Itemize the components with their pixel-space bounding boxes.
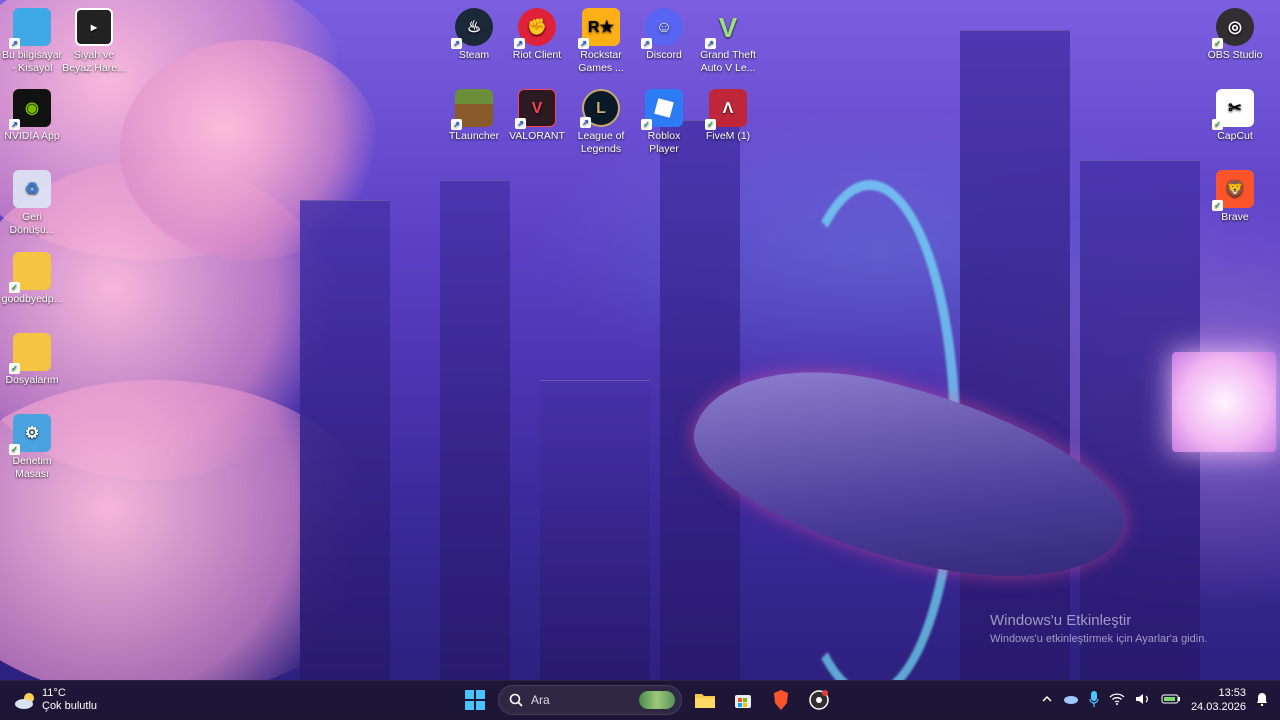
microphone-icon[interactable] [1089,690,1099,710]
folder-icon: ✓ [9,252,51,293]
discord-icon: ☺ ↗ [641,8,683,49]
desktop-icon-riot-client[interactable]: ✊ ↗ Riot Client [505,4,569,62]
valorant-icon: V ↗ [515,89,556,129]
microsoft-store-icon [735,695,751,708]
system-clock[interactable]: 13:53 24.03.2026 [1191,686,1246,714]
desktop-icon-league-of-legends[interactable]: L ↗ League of Legends [569,85,633,156]
rockstar-icon: R★ ↗ [578,8,620,49]
desktop-icon-dosyalarim[interactable]: ✓ Dosyalarım [0,329,64,387]
taskbar: 11°C Çok bulutlu Ara 13:53 24.03.2026 [0,680,1280,720]
neon-billboard-image [1172,352,1276,452]
desktop-icon-video-file[interactable]: ▶ Siyah ve Beyaz Hare... [62,4,126,75]
control-panel-icon: ⚙ ✓ [9,414,51,455]
start-button[interactable] [460,685,490,715]
desktop-icon-recycle-bin[interactable]: ♻ Geri Dönüşü... [0,166,64,237]
obs-icon [809,690,829,710]
desktop-icon-obs-studio[interactable]: ◎ ✓ OBS Studio [1203,4,1267,62]
recycle-bin-icon: ♻ [13,170,51,208]
wifi-icon[interactable] [1109,692,1125,708]
desktop-icon-steam[interactable]: ♨ ↗ Steam [442,4,506,62]
video-file-icon: ▶ [75,8,113,46]
desktop-icon-nvidia-app[interactable]: ◉ ↗ NVIDIA App [0,85,64,143]
capcut-icon: ✂ ✓ [1212,89,1254,130]
desktop-icon-gta-v[interactable]: V ↗ Grand Theft Auto V Le... [696,4,760,75]
search-icon [509,693,523,707]
clock-time: 13:53 [1218,687,1246,699]
volume-icon[interactable] [1135,692,1151,709]
desktop-icon-roblox-player[interactable]: ✓ Roblox Player [632,85,696,156]
battery-icon[interactable] [1161,693,1181,708]
obs-icon: ◎ ✓ [1212,8,1254,49]
windows-start-icon [465,690,485,710]
nvidia-icon: ◉ ↗ [9,89,51,130]
desktop-icon-capcut[interactable]: ✂ ✓ CapCut [1203,85,1267,143]
chevron-up-icon[interactable] [1041,693,1053,708]
gta-v-icon: V ↗ [705,8,747,49]
brave-icon: 🦁 ✓ [1212,170,1254,211]
tlauncher-icon: ↗ [451,89,493,130]
file-explorer-icon [695,694,715,708]
desktop-icon-brave[interactable]: 🦁 ✓ Brave [1203,166,1267,224]
desktop-icon-goodbyedp[interactable]: ✓ goodbyedp... [0,248,64,306]
fivem-icon: Λ ✓ [705,89,747,130]
roblox-icon: ✓ [641,89,683,130]
desktop-icon-valorant[interactable]: V ↗ VALORANT [505,85,569,143]
windows-activation-watermark: Windows'u Etkinleştir Windows'u etkinleş… [990,612,1208,645]
steam-icon: ♨ ↗ [451,8,493,49]
taskbar-obs-studio[interactable] [804,685,834,715]
riot-client-icon: ✊ ↗ [514,8,556,49]
onedrive-icon[interactable] [1063,693,1079,708]
weather-cloud-icon [14,692,36,709]
desktop-icon-discord[interactable]: ☺ ↗ Discord [632,4,696,62]
desktop-icon-fivem[interactable]: Λ ✓ FiveM (1) [696,85,760,143]
folder-icon: ✓ [9,333,51,374]
taskbar-brave[interactable] [766,685,796,715]
search-placeholder: Ara [531,693,550,707]
notification-bell-icon[interactable] [1256,692,1268,709]
brave-icon [774,690,788,710]
league-of-legends-icon: L ↗ [580,89,620,128]
weather-temperature: 11°C [42,687,66,699]
taskbar-file-explorer[interactable] [690,685,720,715]
weather-widget[interactable]: 11°C Çok bulutlu [14,687,97,713]
search-highlight-image [639,691,675,709]
monitor-icon: ↗ [9,8,51,49]
desktop-icon-control-panel[interactable]: ⚙ ✓ Denetim Masası [0,410,64,481]
desktop-icon-rockstar-games[interactable]: R★ ↗ Rockstar Games ... [569,4,633,75]
taskbar-microsoft-store[interactable] [728,685,758,715]
clock-date: 24.03.2026 [1190,701,1246,713]
weather-condition: Çok bulutlu [42,700,98,712]
taskbar-search-box[interactable]: Ara [498,685,682,715]
desktop-icon-tlauncher[interactable]: ↗ TLauncher [442,85,506,143]
desktop-icon-this-pc[interactable]: ↗ Bu bilgisayar - Kısayol [0,4,64,75]
